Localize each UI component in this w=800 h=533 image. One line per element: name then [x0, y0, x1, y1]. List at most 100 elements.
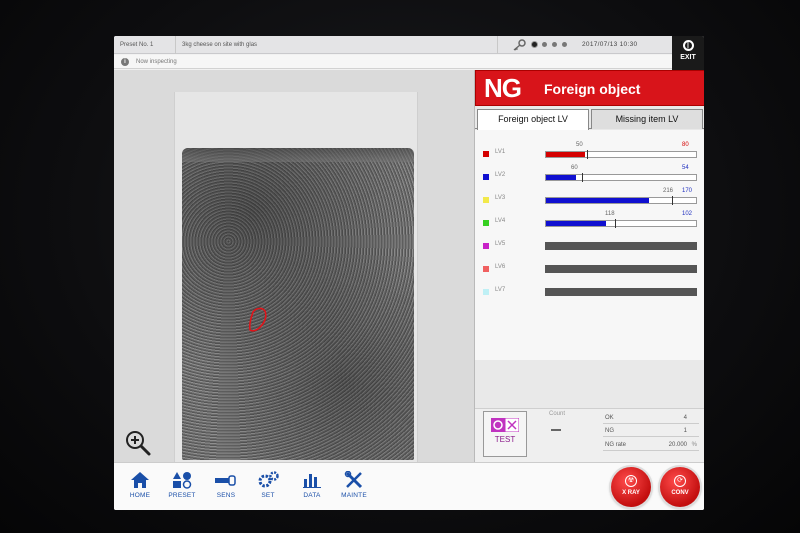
level-bar-disabled	[545, 242, 697, 250]
level-color-swatch	[483, 197, 489, 203]
level-row-lv3[interactable]: LV3 216 170	[475, 188, 704, 210]
ok-value: 4	[683, 415, 687, 421]
ng-result-banner: NG Foreign object	[475, 70, 704, 106]
nav-home-button[interactable]: HOME	[120, 467, 160, 507]
date-time: 2017/07/13 10:30	[582, 41, 638, 48]
level-value: 118	[605, 211, 615, 217]
page-indicator	[532, 42, 572, 48]
ng-count-row: NG 1	[603, 426, 699, 437]
result-message: Foreign object	[544, 81, 641, 97]
level-name: LV3	[495, 195, 506, 201]
level-color-swatch	[483, 151, 489, 157]
page-dot	[562, 42, 567, 47]
conv-label: CONV	[671, 490, 689, 496]
level-bar	[545, 150, 697, 159]
level-bar-disabled	[545, 288, 697, 296]
level-threshold-marker	[582, 173, 583, 182]
ng-rate-label: NG rate	[605, 442, 627, 448]
power-icon: |	[682, 40, 694, 51]
nav-sens-button[interactable]: SENS	[206, 467, 246, 507]
ok-label: OK	[605, 415, 614, 421]
level-threshold: 102	[682, 211, 693, 217]
nav-mainte-label: MAINTE	[341, 492, 367, 499]
level-color-swatch	[483, 220, 489, 226]
nav-mainte-button[interactable]: MAINTE	[334, 467, 374, 507]
test-button[interactable]: TEST	[483, 411, 527, 457]
result-panel: NG Foreign object Foreign object LV Miss…	[474, 70, 704, 462]
xray-icon: ☢	[625, 475, 637, 487]
tab-missing-item-lv[interactable]: Missing item LV	[591, 109, 703, 129]
level-threshold: 80	[682, 142, 689, 148]
xray-label: X RAY	[622, 490, 640, 496]
level-value: 60	[571, 165, 578, 171]
result-code: NG	[484, 73, 522, 103]
level-row-lv6[interactable]: LV6	[475, 257, 704, 279]
foreign-object-marker	[248, 307, 267, 332]
exit-label: EXIT	[680, 54, 696, 61]
level-value: 216	[663, 188, 674, 194]
ng-label: NG	[605, 428, 614, 434]
level-row-lv5[interactable]: LV5	[475, 234, 704, 256]
level-threshold-marker	[587, 150, 588, 159]
status-bar: i Now inspecting	[114, 55, 672, 69]
nav-set-label: SET	[261, 492, 275, 499]
conveyor-icon: ⟳	[674, 475, 686, 487]
level-color-swatch	[483, 174, 489, 180]
zoom-in-button[interactable]	[124, 429, 152, 457]
conveyor-button[interactable]: ⟳ CONV	[660, 467, 700, 507]
level-name: LV2	[495, 172, 506, 178]
status-message: Now inspecting	[136, 59, 177, 65]
top-bar: Preset No. 1 3kg cheese on site with gla…	[114, 36, 672, 54]
zoom-in-icon	[126, 431, 151, 456]
level-bar	[545, 173, 697, 182]
page-dot	[542, 42, 547, 47]
settings-icon	[258, 471, 279, 488]
preset-number[interactable]: Preset No. 1	[114, 36, 176, 54]
counter-area: TEST Count OK 4 NG 1 NG rate 20.000 %	[475, 408, 704, 462]
count-label: Count	[549, 411, 566, 417]
home-icon	[131, 472, 149, 488]
level-color-swatch	[483, 266, 489, 272]
level-threshold: 54	[682, 165, 689, 171]
level-bar	[545, 219, 697, 228]
nav-set-button[interactable]: SET	[248, 467, 288, 507]
level-bar-fill	[546, 175, 576, 180]
count-dash	[551, 429, 561, 431]
level-row-lv1[interactable]: LV1 50 80	[475, 142, 704, 164]
preset-name[interactable]: 3kg cheese on site with glas	[176, 36, 498, 54]
sensitivity-icon	[215, 475, 236, 486]
level-value: 50	[576, 142, 583, 148]
level-name: LV1	[495, 149, 506, 155]
level-name: LV5	[495, 241, 506, 247]
test-icon	[491, 418, 519, 432]
level-bar-disabled	[545, 265, 697, 273]
level-bar	[545, 196, 697, 205]
maintenance-icon	[344, 471, 363, 489]
xray-product-image	[182, 148, 414, 460]
level-threshold-marker	[615, 219, 616, 228]
level-color-swatch	[483, 243, 489, 249]
tab-foreign-object-lv[interactable]: Foreign object LV	[477, 109, 589, 130]
xray-product-seal	[182, 148, 414, 162]
page-dot	[532, 42, 537, 47]
nav-data-label: DATA	[303, 492, 321, 499]
level-threshold-marker	[672, 196, 673, 205]
test-label: TEST	[494, 435, 516, 444]
ng-value: 1	[683, 428, 687, 434]
ng-rate-row: NG rate 20.000 %	[603, 440, 699, 451]
xray-button[interactable]: ☢ X RAY	[611, 467, 651, 507]
nav-preset-button[interactable]: PRESET	[162, 467, 202, 507]
level-row-lv2[interactable]: LV2 60 54	[475, 165, 704, 187]
chart-icon	[303, 474, 321, 488]
nav-data-button[interactable]: DATA	[292, 467, 332, 507]
level-name: LV4	[495, 218, 506, 224]
level-bar-fill	[546, 152, 585, 157]
key-icon[interactable]	[512, 39, 526, 51]
level-row-lv4[interactable]: LV4 118 102	[475, 211, 704, 233]
level-row-lv7[interactable]: LV7	[475, 280, 704, 302]
touch-screen: Preset No. 1 3kg cheese on site with gla…	[114, 36, 704, 510]
level-name: LV6	[495, 264, 506, 270]
exit-button[interactable]: | EXIT	[672, 36, 704, 70]
ok-count-row: OK 4	[603, 413, 699, 424]
level-bar-fill	[546, 221, 606, 226]
